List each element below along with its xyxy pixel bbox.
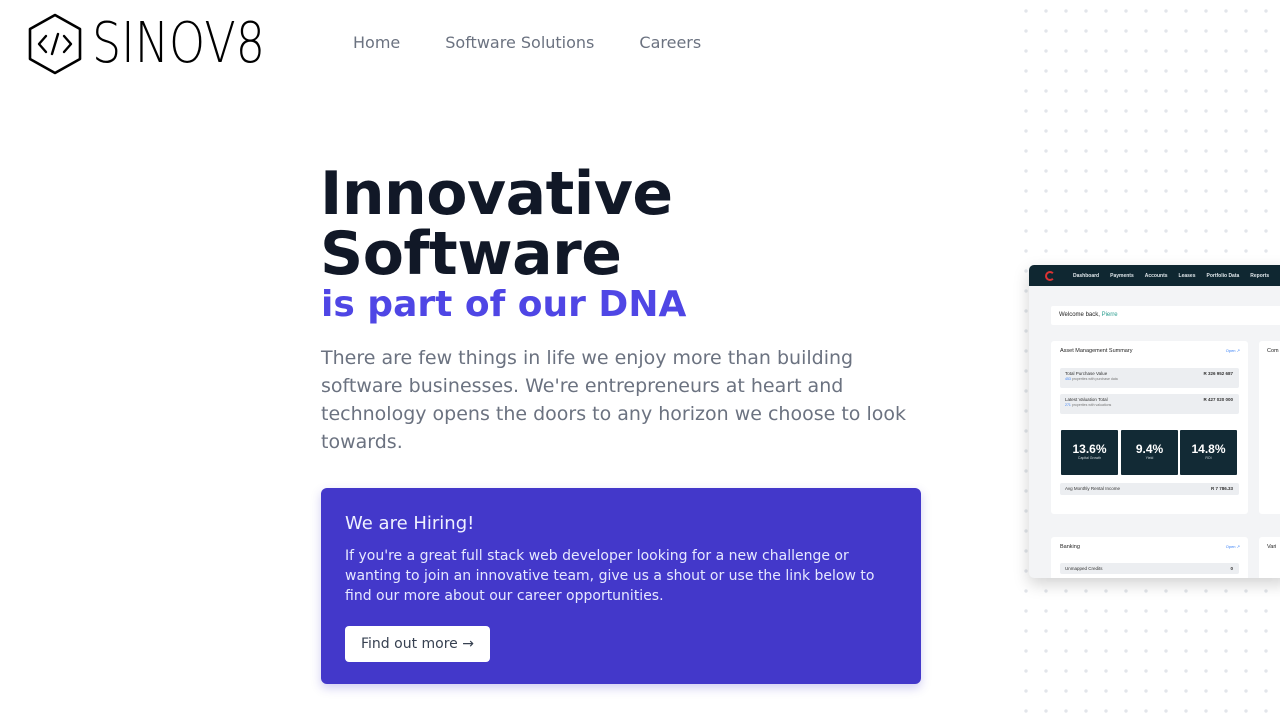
preview-banking-card: Banking Open ↗ Unmapped Credits 0 xyxy=(1051,537,1248,578)
preview-nav-item: Reports xyxy=(1250,272,1270,279)
preview-rent-row: Avg Monthly Rental Income R 7 786.33 xyxy=(1060,483,1239,495)
hero-description: There are few things in life we enjoy mo… xyxy=(321,347,906,453)
preview-welcome: Welcome back, Pierre xyxy=(1051,306,1280,325)
preview-nav-item: Dashboard xyxy=(1073,272,1100,279)
preview-stat-label: Capital Growth xyxy=(1077,456,1102,460)
nav-item-software-solutions[interactable]: Software Solutions xyxy=(445,33,594,53)
nav-item-careers[interactable]: Careers xyxy=(639,33,701,53)
preview-open-link: Open ↗ xyxy=(1225,544,1240,549)
preview-row-value: R 7 786.33 xyxy=(1210,486,1233,491)
preview-vari-card: Vari xyxy=(1259,537,1280,578)
preview-nav-item: Payments xyxy=(1110,272,1134,279)
hiring-text: If you're a great full stack web develop… xyxy=(345,548,875,604)
find-out-more-button[interactable]: Find out more → xyxy=(345,626,490,662)
preview-row-sub: 453 properties with purchase data xyxy=(1065,377,1234,381)
preview-nav-item: Accounts xyxy=(1144,272,1168,279)
hiring-title: We are Hiring! xyxy=(345,513,475,534)
preview-row-subtext: properties with valuations xyxy=(1070,403,1112,407)
preview-welcome-name: Pierre xyxy=(1101,312,1118,318)
preview-stat-value: 14.8% xyxy=(1191,442,1226,456)
preview-asset-card: Asset Management Summary Open ↗ Total Pu… xyxy=(1051,341,1248,514)
preview-row-label: Unmapped Credits xyxy=(1065,566,1103,571)
preview-row-value: 0 xyxy=(1230,566,1233,571)
preview-row-value: R 427 020 000 xyxy=(1203,397,1233,402)
preview-row-subtext: properties with purchase data xyxy=(1070,377,1118,381)
preview-stat-label: ROI xyxy=(1205,456,1212,460)
dashboard-preview-image: Dashboard Payments Accounts Leases Portf… xyxy=(1029,265,1280,578)
code-hexagon-icon xyxy=(26,12,84,76)
preview-stat-value: 13.6% xyxy=(1072,442,1107,456)
preview-logo-icon xyxy=(1045,270,1055,281)
preview-nav-item: Leases xyxy=(1178,272,1196,279)
brand-logo[interactable]: SINOV8 xyxy=(26,12,303,76)
preview-open-link: Open ↗ xyxy=(1225,348,1240,353)
preview-stat-tile: 14.8% ROI xyxy=(1180,430,1237,475)
preview-summary-row: Total Purchase Value 453 properties with… xyxy=(1060,368,1239,388)
preview-vari-title: Vari xyxy=(1267,544,1277,550)
hiring-card: We are Hiring! If you're a great full st… xyxy=(321,488,921,684)
main-nav: Home Software Solutions Careers xyxy=(353,33,746,53)
preview-row-label: Avg Monthly Rental Income xyxy=(1065,486,1120,491)
hero-title: Innovative Software xyxy=(320,164,673,284)
nav-item-home[interactable]: Home xyxy=(353,33,400,53)
preview-row-value: R 326 952 687 xyxy=(1203,371,1233,376)
preview-banking-row: Unmapped Credits 0 xyxy=(1060,563,1239,574)
preview-stat-label: Yield xyxy=(1145,456,1154,460)
hero-subtitle: is part of our DNA xyxy=(321,284,687,325)
preview-asset-title: Asset Management Summary xyxy=(1060,348,1133,354)
hero-title-line2: Software xyxy=(320,219,622,289)
preview-banking-title: Banking xyxy=(1060,544,1080,550)
preview-welcome-text: Welcome back, xyxy=(1059,312,1102,318)
preview-stat-tile: 9.4% Yield xyxy=(1121,430,1178,475)
preview-stat-tile: 13.6% Capital Growth xyxy=(1061,430,1118,475)
preview-nav-item: Portfolio Data xyxy=(1206,272,1240,279)
brand-name: SINOV8 xyxy=(92,11,266,76)
preview-side-card: Com xyxy=(1259,341,1280,514)
preview-row-sub: 271 properties with valuations xyxy=(1065,403,1234,407)
preview-summary-row: Latest Valuation Total 271 properties wi… xyxy=(1060,394,1239,414)
preview-side-title: Com xyxy=(1267,348,1279,354)
preview-stat-value: 9.4% xyxy=(1135,442,1164,456)
preview-navbar: Dashboard Payments Accounts Leases Portf… xyxy=(1029,265,1280,286)
